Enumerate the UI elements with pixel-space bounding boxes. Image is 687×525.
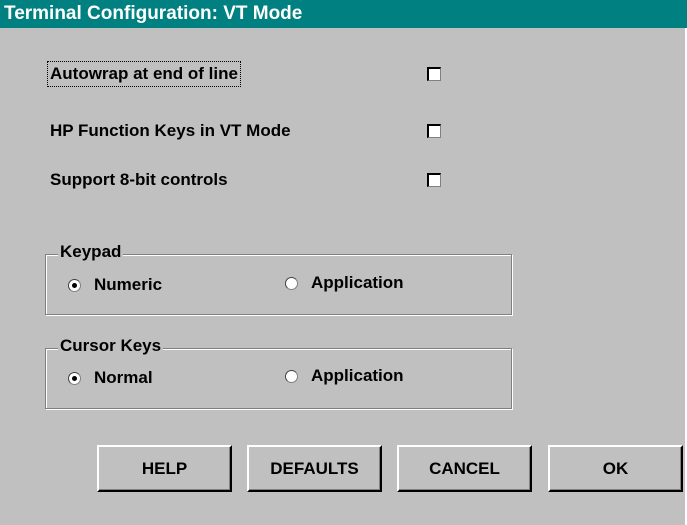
cancel-button[interactable]: CANCEL <box>397 445 532 492</box>
keypad-legend: Keypad <box>58 242 124 262</box>
ok-button[interactable]: OK <box>548 445 683 492</box>
hp-function-keys-checkbox[interactable] <box>427 124 441 138</box>
cursor-keys-legend: Cursor Keys <box>58 336 164 356</box>
defaults-button[interactable]: DEFAULTS <box>247 445 382 492</box>
cursor-keys-application-label[interactable]: Application <box>311 366 404 386</box>
support-8bit-checkbox[interactable] <box>427 173 441 187</box>
support-8bit-label[interactable]: Support 8-bit controls <box>50 170 228 190</box>
autowrap-label[interactable]: Autowrap at end of line <box>47 61 241 87</box>
cursor-keys-application-radio[interactable] <box>285 370 298 383</box>
keypad-application-label[interactable]: Application <box>311 273 404 293</box>
keypad-numeric-label[interactable]: Numeric <box>94 275 162 295</box>
autowrap-checkbox[interactable] <box>427 67 441 81</box>
title-bar: Terminal Configuration: VT Mode <box>0 0 687 28</box>
cursor-keys-normal-label[interactable]: Normal <box>94 368 153 388</box>
cursor-keys-normal-radio[interactable] <box>68 372 81 385</box>
vt-mode-dialog: Autowrap at end of line HP Function Keys… <box>0 28 687 525</box>
keypad-application-radio[interactable] <box>285 277 298 290</box>
hp-function-keys-label[interactable]: HP Function Keys in VT Mode <box>50 121 291 141</box>
help-button[interactable]: HELP <box>97 445 232 492</box>
keypad-numeric-radio[interactable] <box>68 279 81 292</box>
window-title: Terminal Configuration: VT Mode <box>4 3 303 24</box>
